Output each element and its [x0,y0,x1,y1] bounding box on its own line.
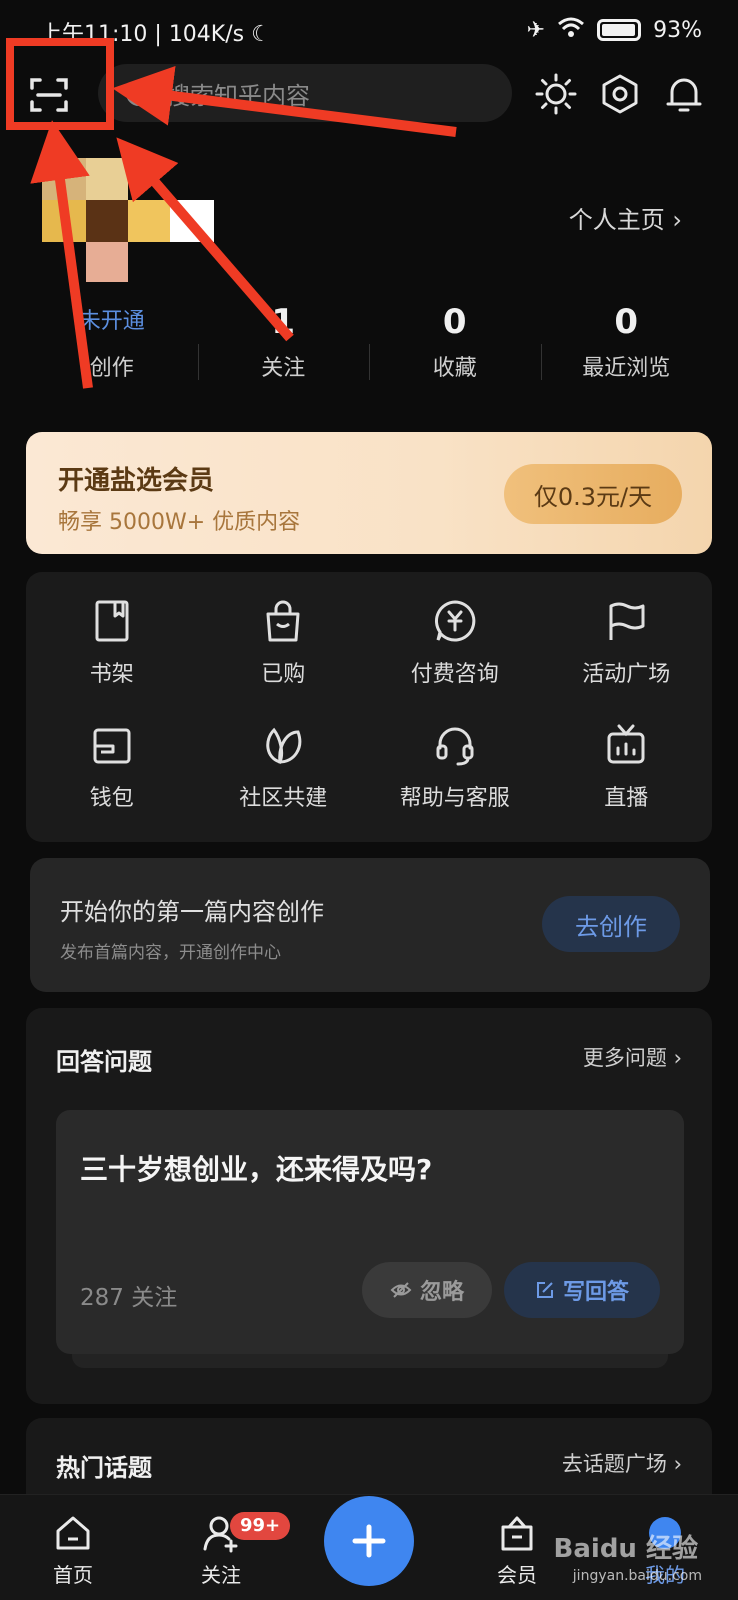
creation-title: 开始你的第一篇内容创作 [60,898,324,926]
tab-label: 会员 [497,1563,537,1587]
grid-item-bookshelf[interactable]: 书架 [26,594,198,716]
stat-value: 0 [614,302,639,342]
go-create-button[interactable]: 去创作 [542,896,680,952]
stat-value: 未开通 [78,309,145,334]
section-title: 热门话题 [56,1454,152,1482]
status-right: ✈ 93% [527,16,702,44]
stat-label: 最近浏览 [582,356,671,381]
grid-label: 直播 [604,786,649,811]
grid-item-purchased[interactable]: 已购 [198,594,370,716]
personal-homepage-link[interactable]: 个人主页 › [569,200,682,235]
bag-icon [266,600,300,642]
vip-price-button[interactable]: 仅0.3元/天 [504,464,682,524]
grid-label: 钱包 [89,786,134,811]
stat-label: 关注 [261,356,306,381]
moon-icon: ☾ [251,22,271,47]
tab-member[interactable]: 会员 [472,1513,562,1588]
vip-subtitle: 畅享 5000W+ 优质内容 [58,510,301,535]
bookshelf-icon [95,600,129,642]
topic-square-link[interactable]: 去话题广场 › [562,1448,682,1478]
grid-label: 活动广场 [582,662,671,687]
search-input[interactable]: 搜索知乎内容 [98,64,512,122]
creation-subtitle: 发布首篇内容，开通创作中心 [60,943,281,963]
grid-item-paid-consult[interactable]: 付费咨询 [369,594,541,716]
tab-home[interactable]: 首页 [28,1513,118,1588]
battery-icon [597,19,642,41]
stat-favorites[interactable]: 0 收藏 [369,300,541,390]
vip-title: 开通盐选会员 [58,466,215,496]
edit-icon [536,1282,553,1298]
search-placeholder: 搜索知乎内容 [166,81,310,110]
stat-label: 创作 [89,356,134,381]
section-title: 回答问题 [56,1048,152,1076]
question-follow-count: 287 关注 [80,1285,178,1311]
creation-card: 开始你的第一篇内容创作 发布首篇内容，开通创作中心 去创作 [30,858,710,992]
write-answer-label: 写回答 [562,1280,629,1305]
grid-label: 付费咨询 [410,662,499,687]
status-speed: 104K/s [168,22,245,47]
eye-off-icon [390,1282,412,1298]
stat-value: 1 [271,302,296,342]
stat-label: 收藏 [432,356,477,381]
grid-label: 社区共建 [239,786,328,811]
headset-icon [436,727,474,766]
grid-item-events[interactable]: 活动广场 [541,594,713,716]
question-card[interactable]: 三十岁想创业，还来得及吗? 287 关注 忽略 写回答 [56,1110,684,1354]
answer-questions-section: 回答问题 更多问题 › 三十岁想创业，还来得及吗? 287 关注 忽略 写回答 [26,1008,712,1404]
search-icon [126,80,152,106]
question-title[interactable]: 三十岁想创业，还来得及吗? [80,1148,432,1188]
airplane-icon: ✈ [526,17,546,43]
watermark-url: jingyan.baidu.com [572,1568,702,1584]
ignore-label: 忽略 [419,1280,464,1305]
follow-badge: 99+ [230,1512,291,1540]
settings-icon[interactable] [598,72,642,116]
battery-level: 93% [653,17,702,43]
grid-item-help[interactable]: 帮助与客服 [369,718,541,840]
grid-label: 已购 [261,662,306,687]
bell-icon[interactable] [662,72,706,116]
grid-label: 帮助与客服 [399,786,510,811]
stat-creation[interactable]: 未开通 创作 [26,300,198,390]
avatar[interactable] [42,158,214,282]
grid-label: 书架 [89,662,134,687]
grid-item-community[interactable]: 社区共建 [198,718,370,840]
write-answer-button[interactable]: 写回答 [504,1262,660,1318]
wifi-icon [557,16,585,44]
grid-item-live[interactable]: 直播 [541,718,713,840]
tv-icon [607,724,645,764]
flag-icon [609,602,645,640]
tab-label: 关注 [201,1563,241,1587]
leaf-icon [266,727,302,764]
ignore-button[interactable]: 忽略 [362,1262,492,1318]
tab-label: 首页 [53,1563,93,1587]
create-plus-button[interactable] [324,1496,414,1586]
vip-banner[interactable]: 开通盐选会员 畅享 5000W+ 优质内容 仅0.3元/天 [26,432,712,554]
plus-icon [352,1524,386,1558]
yuan-chat-icon [434,600,476,642]
function-grid: 书架 已购 付费咨询 活动广场 钱包 社区共建 帮助与客服 直播 [26,572,712,842]
wallet-icon [93,728,131,764]
grid-item-wallet[interactable]: 钱包 [26,718,198,840]
more-questions-link[interactable]: 更多问题 › [583,1042,682,1072]
crown-bag-icon [501,1516,533,1551]
home-icon [56,1516,90,1550]
stat-following[interactable]: 1 关注 [197,300,370,390]
highlight-box [6,38,114,130]
profile-stats: 未开通 创作 1 关注 0 收藏 0 最近浏览 [26,300,712,390]
watermark-brand: Baidu 经验 [553,1534,698,1564]
stat-value: 0 [442,302,467,342]
stat-recent[interactable]: 0 最近浏览 [540,300,713,390]
sun-icon[interactable] [534,72,578,116]
